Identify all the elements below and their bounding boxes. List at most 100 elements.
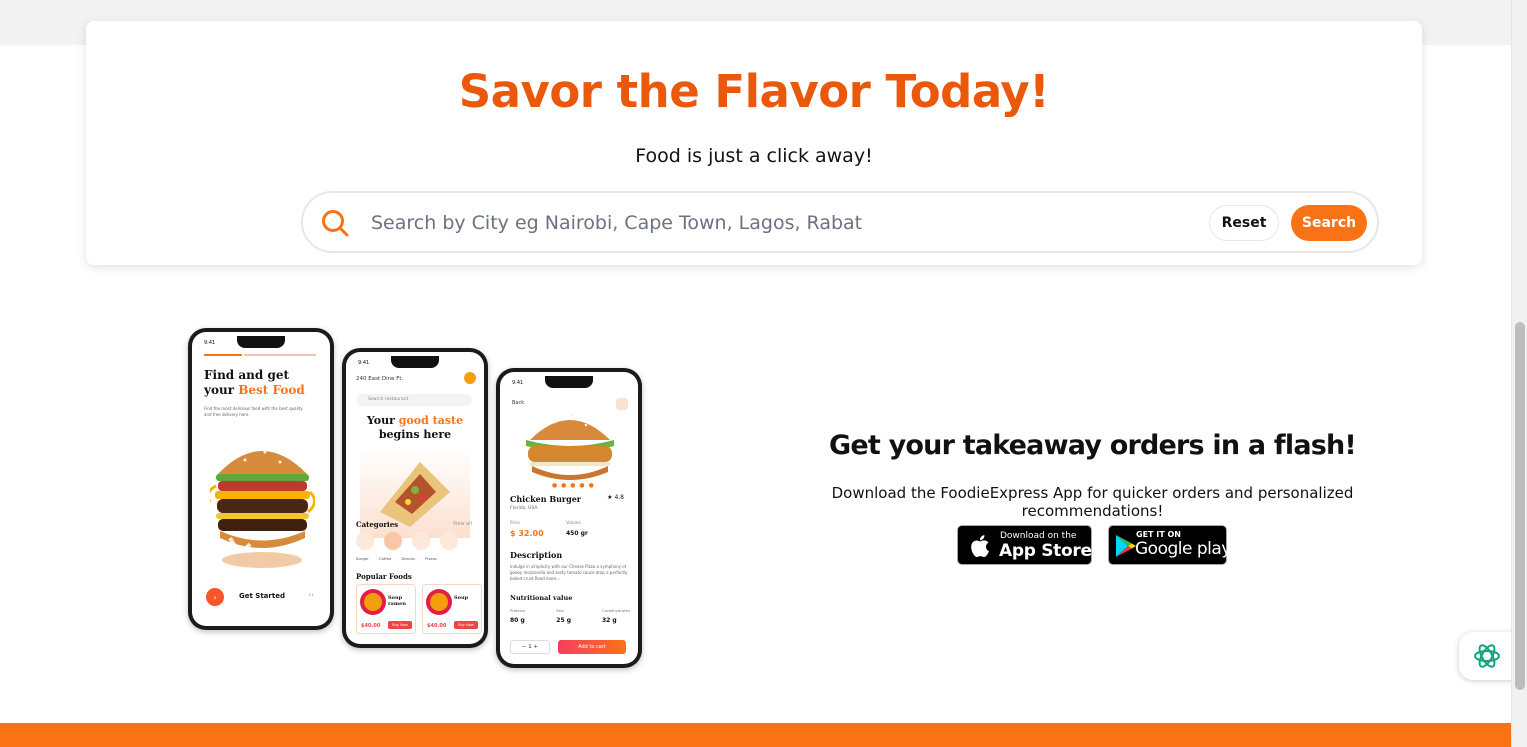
category-list bbox=[356, 532, 476, 554]
carousel-dots: ● ● ● ● ● bbox=[552, 482, 595, 489]
carbs-value: Carbohydrates 32 g bbox=[602, 608, 630, 624]
phone-time: 9:41 bbox=[204, 340, 216, 346]
price-block: Price $ 32.00 bbox=[510, 520, 544, 538]
protein-value: Proteins 80 g bbox=[510, 608, 525, 624]
carbs-label: Carbohydrates bbox=[601, 608, 630, 613]
chicken-burger-image bbox=[526, 413, 614, 480]
google-play-icon bbox=[1116, 535, 1136, 557]
phone-notch bbox=[391, 356, 439, 368]
app-store-button[interactable]: Download on the App Store bbox=[957, 525, 1092, 565]
dish-price: $40.00 bbox=[427, 623, 447, 629]
get-started-label: Get Started bbox=[239, 592, 285, 600]
search-bar: Reset Search bbox=[301, 191, 1379, 253]
nutrition-values: Proteins 80 g Fats 25 g Carbohydrates 32 g bbox=[510, 608, 630, 624]
category-donut-icon bbox=[412, 532, 430, 550]
phone-mockup-onboarding: 9:41 Find and get your Best Food Find th… bbox=[188, 328, 334, 630]
page-subtitle: Food is just a click away! bbox=[635, 145, 873, 167]
apple-icon bbox=[971, 535, 989, 557]
get-started-button[interactable]: › Get Started ›› bbox=[204, 586, 322, 608]
headline-line: begins here bbox=[378, 428, 452, 441]
restaurant-search: Search restaurant bbox=[356, 394, 472, 406]
app-store-line1: Download on the bbox=[1000, 531, 1077, 541]
arrow-right-icon: › bbox=[206, 588, 224, 606]
headline-prefix: your bbox=[204, 383, 239, 397]
buy-now-button: Buy Now bbox=[454, 621, 478, 629]
avatar bbox=[464, 372, 476, 384]
phone-notch bbox=[237, 336, 285, 348]
chat-assistant-button[interactable] bbox=[1459, 632, 1515, 680]
google-play-button[interactable]: GET IT ON Google play bbox=[1108, 525, 1231, 565]
categories-title: Categories bbox=[356, 520, 399, 529]
phone-notch bbox=[545, 376, 593, 388]
dish-image bbox=[426, 589, 452, 615]
category-labels: Burger Coffee Donuts Pizzas bbox=[356, 556, 437, 561]
phone-mockup-detail: 9:41 Back ● ● ● ● ● Chicken Burger ★ 4.8… bbox=[496, 368, 642, 668]
fats-value: Fats 25 g bbox=[556, 608, 571, 624]
page-scrollbar[interactable] bbox=[1511, 0, 1527, 747]
fats-label: Fats bbox=[556, 608, 564, 613]
category-burger-icon bbox=[356, 532, 374, 550]
page-title: Savor the Flavor Today! bbox=[458, 65, 1050, 118]
view-all-link: View all bbox=[452, 521, 472, 527]
category-coffee-icon bbox=[384, 532, 402, 550]
chat-assistant-icon bbox=[1474, 644, 1500, 668]
app-store-line2: App Store bbox=[999, 541, 1092, 561]
progress-track bbox=[244, 354, 316, 356]
dish-name: Soup bbox=[454, 595, 469, 601]
buy-now-button: Buy Now bbox=[388, 621, 412, 629]
protein-amount: 80 g bbox=[510, 617, 525, 624]
dish-name: Soup ramen bbox=[388, 595, 406, 607]
phone-screen: 9:41 Find and get your Best Food Find th… bbox=[192, 332, 330, 626]
volume-value: 450 gr bbox=[566, 530, 588, 537]
description-title: Description bbox=[510, 550, 563, 560]
product-location: Florida, USA bbox=[510, 506, 538, 511]
phone-time: 9:41 bbox=[512, 380, 524, 386]
product-name: Chicken Burger bbox=[510, 494, 582, 504]
onboarding-subtext: Find the most delicious food with the be… bbox=[204, 406, 303, 417]
scrollbar-thumb[interactable] bbox=[1515, 322, 1525, 690]
description-text: Indulge in simplicity with our Cheese Pi… bbox=[510, 564, 628, 581]
food-card: Soup ramen $40.00 Buy Now bbox=[356, 584, 416, 634]
burger-image bbox=[210, 450, 315, 568]
chevrons-right-icon: ›› bbox=[308, 591, 314, 599]
headline-accent: good taste bbox=[398, 414, 464, 427]
price-value: $ 32.00 bbox=[510, 529, 544, 538]
phone-time: 9:41 bbox=[358, 360, 370, 366]
hero-search-card: Savor the Flavor Today! Food is just a c… bbox=[86, 21, 1422, 265]
fats-amount: 25 g bbox=[556, 617, 571, 624]
protein-label: Proteins bbox=[510, 608, 526, 613]
google-play-line1: GET IT ON bbox=[1136, 530, 1181, 539]
category-pizza-icon bbox=[440, 532, 458, 550]
add-to-cart-button: Add to cart bbox=[558, 640, 626, 654]
search-button[interactable]: Search bbox=[1291, 205, 1367, 241]
reset-button[interactable]: Reset bbox=[1209, 205, 1279, 241]
app-preview-phones: 9:41 Find and get your Best Food Find th… bbox=[186, 326, 646, 671]
volume-label: Volume bbox=[566, 520, 581, 525]
phone-screen: 9:41 240 East Dine Ft. Search restaurant… bbox=[346, 352, 484, 644]
search-icon bbox=[322, 210, 349, 237]
carbs-amount: 32 g bbox=[601, 617, 617, 624]
search-input[interactable] bbox=[371, 207, 1191, 239]
headline-accent: Best Food bbox=[238, 383, 305, 397]
dish-price: $40.00 bbox=[361, 623, 381, 629]
google-play-line2: Google play bbox=[1135, 539, 1231, 559]
promo-text: Download the FoodieExpress App for quick… bbox=[831, 484, 1354, 520]
progress-bar bbox=[204, 354, 242, 356]
promo-title: Get your takeaway orders in a flash! bbox=[829, 430, 1357, 461]
nutrition-title: Nutritional value bbox=[510, 594, 573, 602]
volume-block: Volume 450 gr bbox=[566, 520, 588, 537]
price-label: Price bbox=[510, 520, 520, 525]
footer-band bbox=[0, 723, 1511, 747]
phone-screen: 9:41 Back ● ● ● ● ● Chicken Burger ★ 4.8… bbox=[500, 372, 638, 664]
popular-foods-title: Popular Foods bbox=[356, 572, 412, 581]
quantity-stepper: − 1 + bbox=[510, 640, 550, 654]
headline-line: Find and get bbox=[204, 368, 290, 382]
food-card: Soup $40.00 Buy Now bbox=[422, 584, 482, 634]
dish-image bbox=[360, 589, 386, 615]
headline-prefix: Your bbox=[366, 414, 399, 427]
home-headline: Your good taste begins here bbox=[346, 414, 484, 442]
phone-mockup-home: 9:41 240 East Dine Ft. Search restaurant… bbox=[342, 348, 488, 648]
onboarding-headline: Find and get your Best Food bbox=[204, 368, 324, 398]
product-rating: ★ 4.8 bbox=[607, 494, 624, 501]
delivery-location: 240 East Dine Ft. bbox=[356, 376, 404, 382]
